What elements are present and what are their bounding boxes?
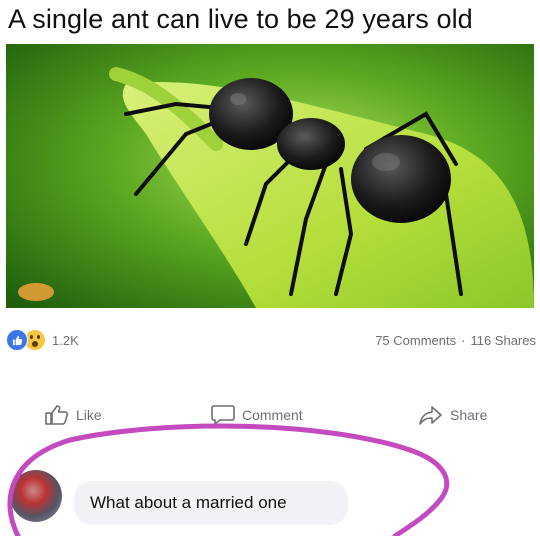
thumbs-up-icon xyxy=(45,405,69,425)
reaction-count: 1.2K xyxy=(52,332,79,348)
like-button[interactable]: Like xyxy=(44,404,102,426)
reactions-summary[interactable]: 1.2K xyxy=(6,329,79,351)
comment-icon xyxy=(211,405,235,425)
comment-label: Comment xyxy=(242,407,303,423)
share-icon xyxy=(419,406,442,425)
ant-photo-illustration xyxy=(6,44,534,308)
post-action-bar: Like Comment Share xyxy=(0,400,540,430)
comments-count[interactable]: 75 Comments xyxy=(375,333,456,348)
comment-item: What about a married one xyxy=(10,464,510,528)
comment-button[interactable]: Comment xyxy=(210,404,303,426)
post-stats-bar: 1.2K 75 Comments · 116 Shares xyxy=(6,328,536,352)
like-label: Like xyxy=(76,407,102,423)
shares-count[interactable]: 116 Shares xyxy=(470,333,536,348)
share-label: Share xyxy=(450,407,488,423)
like-reaction-icon xyxy=(6,329,28,351)
post-headline: A single ant can live to be 29 years old xyxy=(8,4,473,34)
comment-bubble: What about a married one xyxy=(74,481,348,525)
stats-separator: · xyxy=(461,332,466,348)
commenter-avatar[interactable] xyxy=(10,470,62,522)
post-photo[interactable] xyxy=(6,44,534,308)
share-button[interactable]: Share xyxy=(418,404,487,426)
